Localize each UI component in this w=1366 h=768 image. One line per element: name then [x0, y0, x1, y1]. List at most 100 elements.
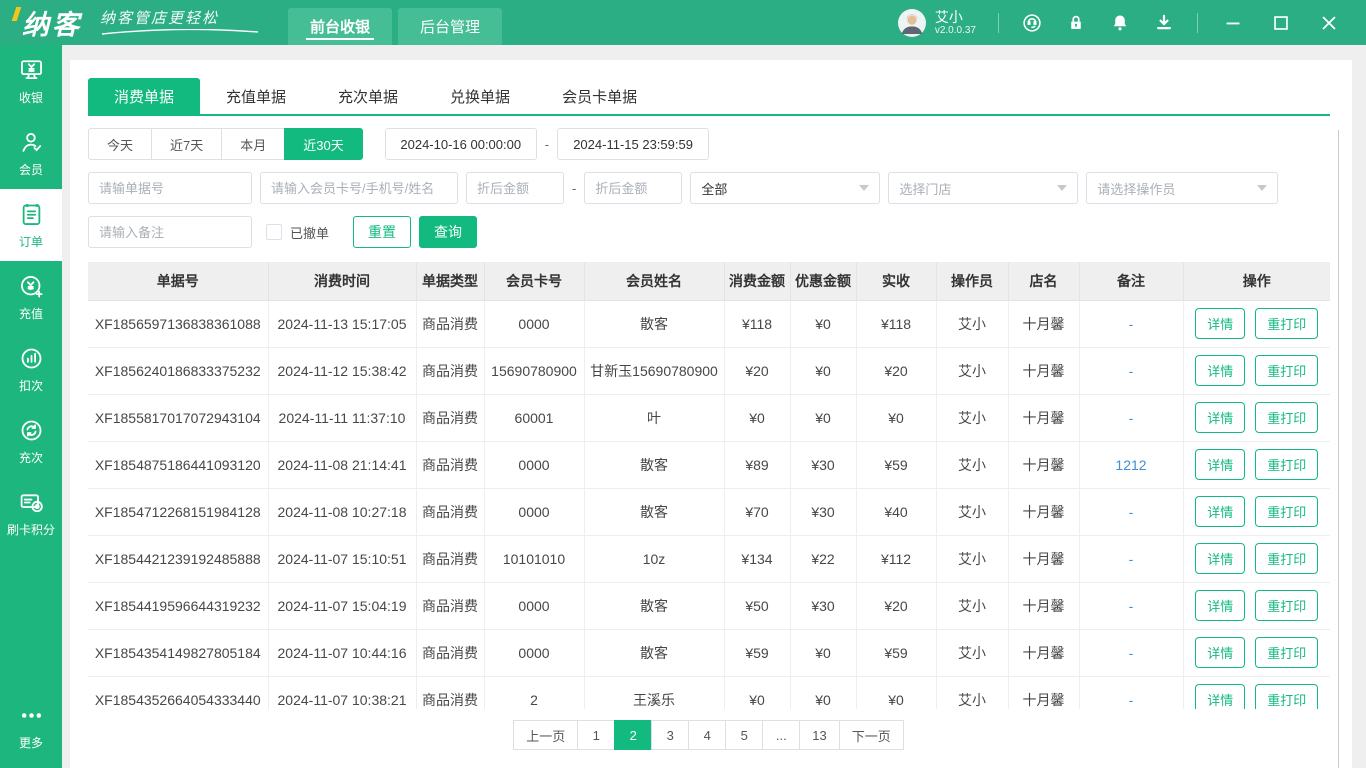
doc-tab-充值单据[interactable]: 充值单据	[200, 78, 312, 114]
table-row: XF1854352664054333440 2024-11-07 10:38:21…	[88, 675, 1330, 709]
sidebar-item-label: 扣次	[18, 378, 43, 393]
reprint-button[interactable]: 重打印	[1255, 543, 1319, 574]
paid-cell: ¥59	[855, 628, 937, 677]
detail-button[interactable]: 详情	[1195, 637, 1246, 668]
page-button-4[interactable]: 4	[688, 720, 727, 750]
paid-cell: ¥20	[855, 581, 937, 630]
sidebar-item-充次[interactable]: 充次	[0, 405, 62, 477]
store-cell: 十月馨	[1007, 628, 1080, 677]
amount-max-input[interactable]	[584, 172, 683, 204]
detail-button[interactable]: 详情	[1195, 496, 1246, 527]
download-icon[interactable]	[1153, 12, 1175, 34]
detail-button[interactable]: 详情	[1195, 402, 1246, 433]
card-points-icon	[18, 489, 45, 516]
column-header: 优惠金额	[789, 262, 857, 301]
quick-range-今天[interactable]: 今天	[88, 128, 153, 160]
reprint-button[interactable]: 重打印	[1255, 355, 1319, 386]
user-box[interactable]: 艾小 v2.0.0.37	[897, 8, 976, 38]
reprint-button[interactable]: 重打印	[1255, 449, 1319, 480]
orders-table: 单据号 消费时间 单据类型 会员卡号 会员姓名 消费金额 优惠金额 实收 操作员 店名 备注 操作 X…	[88, 262, 1330, 709]
mode-tab-active[interactable]: 前台收银	[288, 8, 393, 45]
reprint-button[interactable]: 重打印	[1255, 402, 1319, 433]
sidebar-item-充值[interactable]: 充值	[0, 261, 62, 333]
time-cell: 2024-11-11 11:37:10	[267, 393, 417, 442]
bell-icon[interactable]	[1109, 12, 1131, 34]
reprint-button[interactable]: 重打印	[1255, 496, 1319, 527]
detail-button[interactable]: 详情	[1195, 355, 1246, 386]
type-select[interactable]: 全部	[690, 172, 881, 204]
detail-button[interactable]: 详情	[1195, 684, 1246, 709]
logo-accent	[11, 7, 22, 21]
sidebar-item-收银[interactable]: 收银	[0, 45, 62, 117]
detail-button[interactable]: 详情	[1195, 590, 1246, 621]
remark-cell[interactable]: 1212	[1078, 440, 1184, 489]
sidebar-item-订单[interactable]: 订单	[0, 189, 62, 261]
store-select[interactable]: 选择门店	[888, 172, 1079, 204]
type-cell: 商品消费	[415, 628, 485, 677]
cancelled-checkbox[interactable]	[266, 224, 282, 240]
date-from-input[interactable]	[384, 128, 537, 160]
scrollbar[interactable]	[1338, 130, 1339, 768]
mode-tab-inactive[interactable]: 后台管理	[398, 8, 503, 45]
table-row: XF1856597136838361088 2024-11-13 15:17:05…	[88, 299, 1330, 348]
amount-min-input[interactable]	[466, 172, 564, 204]
reprint-button[interactable]: 重打印	[1255, 590, 1319, 621]
actions-cell: 详情 重打印	[1182, 299, 1330, 348]
time-cell: 2024-11-08 10:27:18	[267, 487, 417, 536]
reprint-button[interactable]: 重打印	[1255, 684, 1319, 709]
remark-cell: -	[1078, 628, 1184, 677]
remark-input[interactable]	[88, 216, 252, 248]
sidebar-item-扣次[interactable]: 扣次	[0, 333, 62, 405]
close-button[interactable]	[1316, 10, 1342, 36]
operator-cell: 艾小	[935, 346, 1009, 395]
time-cell: 2024-11-07 15:04:19	[267, 581, 417, 630]
page-ellipsis[interactable]: ...	[762, 720, 801, 750]
doc-tab-会员卡单据[interactable]: 会员卡单据	[536, 78, 663, 114]
page-button-1[interactable]: 1	[577, 720, 616, 750]
maximize-button[interactable]	[1268, 10, 1294, 36]
member-search-input[interactable]	[260, 172, 458, 204]
minimize-button[interactable]	[1220, 10, 1246, 36]
page-button-2[interactable]: 2	[614, 720, 653, 750]
doc-tab-兑换单据[interactable]: 兑换单据	[424, 78, 536, 114]
doc-tab-充次单据[interactable]: 充次单据	[312, 78, 424, 114]
page-button-3[interactable]: 3	[651, 720, 690, 750]
sidebar-item-刷卡积分[interactable]: 刷卡积分	[0, 477, 62, 549]
operator-select[interactable]: 请选择操作员	[1086, 172, 1279, 204]
table-row: XF1854712268151984128 2024-11-08 10:27:18…	[88, 487, 1330, 536]
quick-range-近7天[interactable]: 近7天	[151, 128, 223, 160]
discount-cell: ¥0	[789, 346, 857, 395]
reprint-button[interactable]: 重打印	[1255, 637, 1319, 668]
prev-page-button[interactable]: 上一页	[513, 720, 579, 750]
next-page-button[interactable]: 下一页	[838, 720, 904, 750]
table-header-row: 单据号 消费时间 单据类型 会员卡号 会员姓名 消费金额 优惠金额 实收 操作员 店名 备注 操作	[88, 262, 1330, 301]
reprint-button[interactable]: 重打印	[1255, 308, 1319, 339]
detail-button[interactable]: 详情	[1195, 308, 1246, 339]
quick-range-近30天[interactable]: 近30天	[284, 128, 363, 160]
reset-button[interactable]: 重置	[353, 216, 412, 248]
store-cell: 十月馨	[1007, 487, 1080, 536]
date-to-input[interactable]	[557, 128, 710, 160]
sidebar-item-label: 更多	[18, 735, 43, 750]
lock-icon[interactable]	[1065, 12, 1087, 34]
orders-table-wrap: 单据号 消费时间 单据类型 会员卡号 会员姓名 消费金额 优惠金额 实收 操作员 店名 备注 操作 X…	[88, 262, 1330, 709]
cancelled-checkbox-wrap[interactable]: 已撤单	[266, 223, 329, 242]
query-button[interactable]: 查询	[419, 216, 478, 248]
page-button-5[interactable]: 5	[725, 720, 764, 750]
chevron-down-icon	[1257, 185, 1268, 191]
sidebar-item-more[interactable]: 更多	[0, 690, 62, 762]
operator-cell: 艾小	[935, 487, 1009, 536]
detail-button[interactable]: 详情	[1195, 449, 1246, 480]
doc-tab-消费单据[interactable]: 消费单据	[88, 78, 201, 114]
order-no-input[interactable]	[88, 172, 252, 204]
column-header: 单据类型	[415, 262, 485, 301]
member-name-cell: 散客	[583, 487, 725, 536]
customer-service-icon[interactable]	[1021, 12, 1043, 34]
quick-range-本月[interactable]: 本月	[221, 128, 286, 160]
column-header: 备注	[1078, 262, 1184, 301]
sidebar-item-会员[interactable]: 会员	[0, 117, 62, 189]
detail-button[interactable]: 详情	[1195, 543, 1246, 574]
page-button-13[interactable]: 13	[799, 720, 840, 750]
time-cell: 2024-11-07 10:38:21	[267, 675, 417, 709]
store-cell: 十月馨	[1007, 440, 1080, 489]
